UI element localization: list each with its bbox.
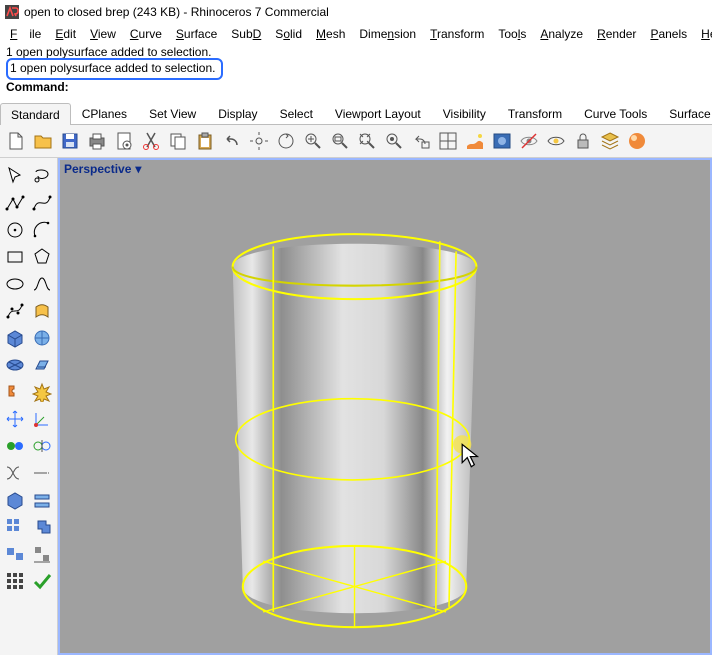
gumball-icon[interactable] [30,407,54,431]
command-prompt[interactable]: Command: [0,80,712,98]
menu-edit[interactable]: Edit [49,26,82,42]
freeform-curve-icon[interactable] [30,272,54,296]
zoom-dynamic-icon[interactable] [301,129,325,153]
rendered-viewport-icon[interactable] [490,129,514,153]
trim-icon[interactable] [3,461,27,485]
lock-icon[interactable] [571,129,595,153]
show-icon[interactable] [544,129,568,153]
print-icon[interactable] [85,129,109,153]
render-preview-icon[interactable] [463,129,487,153]
offset-surface-icon[interactable] [3,488,27,512]
menu-analyze[interactable]: Analyze [534,26,589,42]
tab-visibility[interactable]: Visibility [432,102,497,124]
loft-icon[interactable] [30,488,54,512]
array-icon[interactable] [3,515,27,539]
tab-transform[interactable]: Transform [497,102,573,124]
arc-icon[interactable] [30,218,54,242]
mesh-plane-icon[interactable] [30,353,54,377]
standard-toolbar [0,125,712,158]
menu-subd[interactable]: SubD [225,26,267,42]
document-properties-icon[interactable] [112,129,136,153]
lasso-select-icon[interactable] [30,164,54,188]
circle-icon[interactable] [3,218,27,242]
points-on-icon[interactable] [3,299,27,323]
subd-primitive-icon[interactable] [30,326,54,350]
mesh-from-surface-icon[interactable] [3,353,27,377]
undo-icon[interactable] [220,129,244,153]
extrude-curve-icon[interactable] [30,299,54,323]
undo-view-icon[interactable] [409,129,433,153]
title-bar: open to closed brep (243 KB) - Rhinocero… [0,0,712,24]
menu-file[interactable]: File [4,26,47,42]
tab-surface-tools[interactable]: Surface Tools [658,102,712,124]
hide-icon[interactable] [517,129,541,153]
tab-cplanes[interactable]: CPlanes [71,102,138,124]
check-icon[interactable] [30,569,54,593]
left-toolbox [0,158,58,655]
new-file-icon[interactable] [4,129,28,153]
tab-set-view[interactable]: Set View [138,102,207,124]
control-point-curve-icon[interactable] [30,191,54,215]
rotate-view-icon[interactable] [274,129,298,153]
box-icon[interactable] [3,326,27,350]
puzzle-icon[interactable] [3,380,27,404]
explode-icon[interactable] [30,380,54,404]
menu-solid[interactable]: Solid [269,26,308,42]
grid-icon[interactable] [3,569,27,593]
select-arrow-icon[interactable] [3,164,27,188]
menu-view[interactable]: View [84,26,122,42]
zoom-window-icon[interactable] [328,129,352,153]
zoom-extents-icon[interactable] [355,129,379,153]
pan-icon[interactable] [247,129,271,153]
ellipse-icon[interactable] [3,272,27,296]
menu-panels[interactable]: Panels [644,26,693,42]
scene-cylinder [60,160,710,655]
rectangle-icon[interactable] [3,245,27,269]
app-logo-icon [4,4,20,20]
split-icon[interactable] [30,434,54,458]
tab-curve-tools[interactable]: Curve Tools [573,102,658,124]
save-icon[interactable] [58,129,82,153]
window-title: open to closed brep (243 KB) - Rhinocero… [24,5,329,19]
menu-curve[interactable]: Curve [124,26,168,42]
align-icon[interactable] [30,542,54,566]
join-icon[interactable] [3,434,27,458]
extend-icon[interactable] [30,461,54,485]
boolean-union-icon[interactable] [30,515,54,539]
command-history: 1 open polysurface added to selection. 1… [0,44,712,80]
paste-icon[interactable] [193,129,217,153]
tab-standard[interactable]: Standard [0,103,71,125]
menu-surface[interactable]: Surface [170,26,223,42]
four-viewport-icon[interactable] [436,129,460,153]
menu-dimension[interactable]: Dimension [353,26,422,42]
sphere-render-icon[interactable] [625,129,649,153]
open-file-icon[interactable] [31,129,55,153]
group-icon[interactable] [3,542,27,566]
polygon-icon[interactable] [30,245,54,269]
tab-select[interactable]: Select [269,102,324,124]
layers-icon[interactable] [598,129,622,153]
cut-icon[interactable] [139,129,163,153]
cmd-history-line-highlighted: 1 open polysurface added to selection. [6,58,223,80]
toolbar-tabs: Standard CPlanes Set View Display Select… [0,102,712,125]
move-icon[interactable] [3,407,27,431]
tab-viewport-layout[interactable]: Viewport Layout [324,102,432,124]
menu-bar: File Edit View Curve Surface SubD Solid … [0,24,712,44]
menu-mesh[interactable]: Mesh [310,26,351,42]
menu-render[interactable]: Render [591,26,642,42]
polyline-icon[interactable] [3,191,27,215]
perspective-viewport[interactable]: Perspective ▾ [58,158,712,655]
menu-transform[interactable]: Transform [424,26,490,42]
menu-help[interactable]: Help [695,26,712,42]
copy-icon[interactable] [166,129,190,153]
tab-display[interactable]: Display [207,102,268,124]
menu-tools[interactable]: Tools [492,26,532,42]
zoom-selected-icon[interactable] [382,129,406,153]
